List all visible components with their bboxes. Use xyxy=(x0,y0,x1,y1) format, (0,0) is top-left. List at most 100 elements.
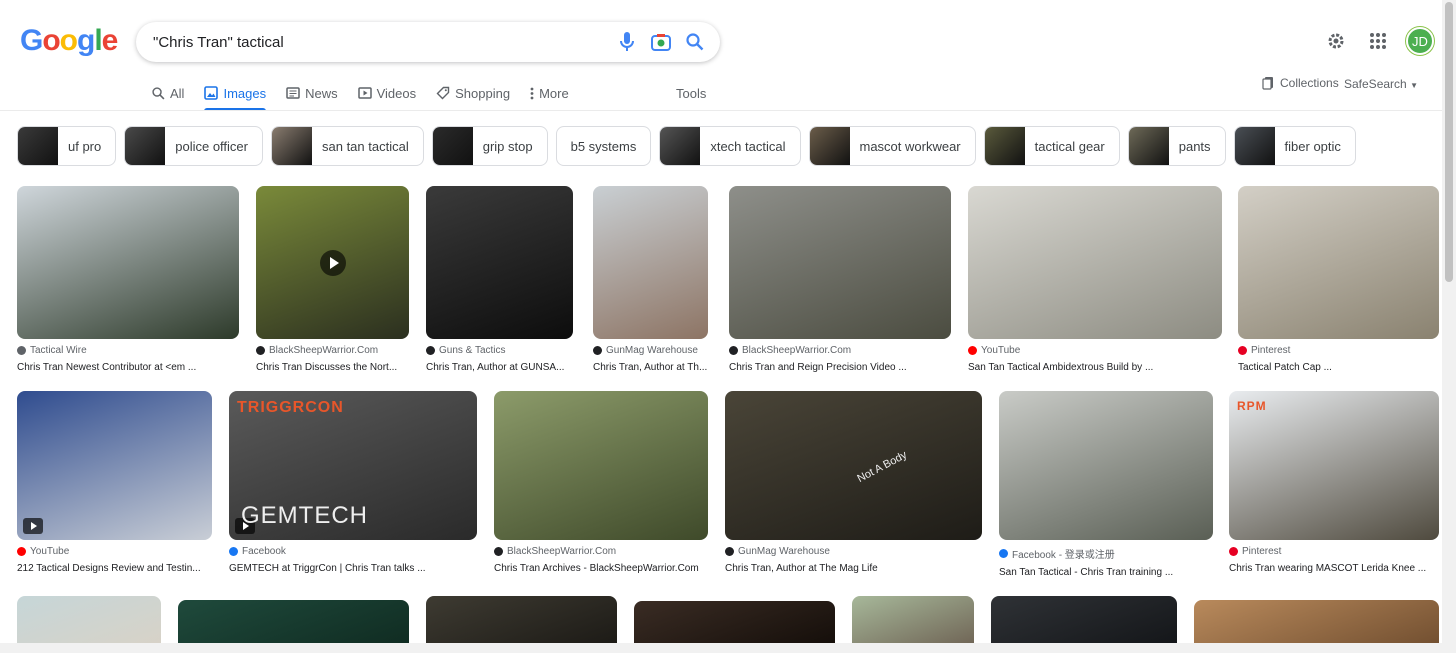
result-thumbnail[interactable] xyxy=(1238,186,1439,339)
related-search-chip[interactable]: grip stop xyxy=(431,126,548,166)
result-source[interactable]: Pinterest xyxy=(1238,345,1439,356)
search-icon xyxy=(152,86,165,99)
result-caption[interactable]: Chris Tran Discusses the Nort... xyxy=(256,362,409,373)
search-icon[interactable] xyxy=(678,22,712,62)
tab-news[interactable]: News xyxy=(286,80,338,108)
collections-button[interactable]: Collections xyxy=(1262,76,1339,90)
tab-shopping[interactable]: Shopping xyxy=(436,80,510,108)
image-result[interactable]: BlackSheepWarrior.Com Chris Tran Discusse… xyxy=(256,186,409,373)
search-box[interactable]: "Chris Tran" tactical xyxy=(136,22,720,62)
result-source[interactable]: Guns & Tactics xyxy=(426,345,573,356)
result-source[interactable]: GunMag Warehouse xyxy=(593,345,708,356)
site-favicon-icon xyxy=(256,346,265,355)
apps-grid-icon[interactable] xyxy=(1364,27,1392,55)
result-source[interactable]: BlackSheepWarrior.Com xyxy=(256,345,409,356)
site-favicon-icon xyxy=(426,346,435,355)
source-label: Facebook - 登录或注册 xyxy=(1012,550,1115,561)
horizontal-scrollbar[interactable] xyxy=(0,643,1442,653)
result-source[interactable]: BlackSheepWarrior.Com xyxy=(729,345,951,356)
related-search-chip[interactable]: b5 systems xyxy=(555,126,652,166)
caret-down-icon: ▼ xyxy=(1410,81,1418,90)
search-input[interactable]: "Chris Tran" tactical xyxy=(153,34,610,51)
vertical-scrollbar[interactable] xyxy=(1442,0,1456,653)
related-search-chip[interactable]: san tan tactical xyxy=(271,126,424,166)
result-source[interactable]: Facebook - 登录或注册 xyxy=(999,546,1213,561)
result-thumbnail[interactable]: RPM xyxy=(1229,391,1439,540)
chip-label: police officer xyxy=(175,138,248,154)
result-caption[interactable]: 212 Tactical Designs Review and Testin..… xyxy=(17,563,212,574)
result-source[interactable]: Pinterest xyxy=(1229,546,1439,557)
related-search-chip[interactable]: pants xyxy=(1127,126,1226,166)
image-result[interactable]: Guns & Tactics Chris Tran, Author at GUNS… xyxy=(426,186,573,373)
tab-label: Images xyxy=(223,85,267,101)
image-result[interactable]: YouTube San Tan Tactical Ambidextrous Bui… xyxy=(968,186,1222,373)
news-icon xyxy=(286,87,300,99)
microphone-icon[interactable] xyxy=(610,22,644,62)
tools-button[interactable]: Tools xyxy=(676,86,706,101)
image-result[interactable]: TRIGGRCON GEMTECH Facebook GEMTECH at Trigg… xyxy=(229,391,477,574)
related-search-chip[interactable]: mascot workwear xyxy=(808,126,976,166)
result-caption[interactable]: Tactical Patch Cap ... xyxy=(1238,362,1439,373)
image-result[interactable]: GunMag Warehouse Chris Tran, Author at Th… xyxy=(593,186,708,373)
related-search-chip[interactable]: xtech tactical xyxy=(659,126,801,166)
result-thumbnail[interactable] xyxy=(17,391,212,540)
related-search-chip[interactable]: tactical gear xyxy=(983,126,1120,166)
image-result[interactable]: Pinterest Tactical Patch Cap ... xyxy=(1238,186,1439,373)
chip-thumbnail xyxy=(1234,127,1275,165)
result-thumbnail[interactable] xyxy=(999,391,1213,540)
safesearch-label: SafeSearch xyxy=(1344,77,1407,91)
result-caption[interactable]: GEMTECH at TriggrCon | Chris Tran talks … xyxy=(229,563,477,574)
result-source[interactable]: GunMag Warehouse xyxy=(725,546,982,557)
scrollbar-thumb[interactable] xyxy=(1445,2,1453,282)
tab-videos[interactable]: Videos xyxy=(357,80,416,108)
source-label: GunMag Warehouse xyxy=(738,546,830,557)
camera-lens-icon[interactable] xyxy=(644,22,678,62)
related-search-chip[interactable]: police officer xyxy=(124,126,263,166)
result-source[interactable]: YouTube xyxy=(968,345,1222,356)
tab-all[interactable]: All xyxy=(152,80,184,108)
image-result[interactable]: Facebook - 登录或注册 San Tan Tactical - Chris… xyxy=(999,391,1213,578)
result-thumbnail[interactable] xyxy=(17,186,239,339)
result-caption[interactable]: Chris Tran, Author at The Mag Life xyxy=(725,563,982,574)
result-source[interactable]: YouTube xyxy=(17,546,212,557)
result-thumbnail[interactable] xyxy=(729,186,951,339)
result-caption[interactable]: San Tan Tactical Ambidextrous Build by .… xyxy=(968,362,1222,373)
related-search-chip[interactable]: fiber optic xyxy=(1233,126,1356,166)
image-result[interactable]: RPM Pinterest Chris Tran wearing MASCOT Le… xyxy=(1229,391,1439,574)
tab-more[interactable]: More xyxy=(530,80,569,108)
result-caption[interactable]: Chris Tran Archives - BlackSheepWarrior.… xyxy=(494,563,708,574)
result-caption[interactable]: Chris Tran, Author at GUNSA... xyxy=(426,362,573,373)
result-thumbnail[interactable] xyxy=(256,186,409,339)
result-source[interactable]: BlackSheepWarrior.Com xyxy=(494,546,708,557)
result-thumbnail[interactable] xyxy=(968,186,1222,339)
image-result[interactable]: BlackSheepWarrior.Com Chris Tran Archives… xyxy=(494,391,708,574)
chip-label: pants xyxy=(1178,138,1211,154)
source-label: BlackSheepWarrior.Com xyxy=(507,546,617,557)
tab-label: All xyxy=(170,85,185,101)
result-source[interactable]: Tactical Wire xyxy=(17,345,239,356)
result-caption[interactable]: Chris Tran wearing MASCOT Lerida Knee ..… xyxy=(1229,563,1439,574)
result-thumbnail[interactable] xyxy=(426,186,573,339)
tab-images[interactable]: Images xyxy=(204,80,267,111)
result-thumbnail[interactable] xyxy=(593,186,708,339)
account-avatar[interactable]: JD xyxy=(1406,27,1434,55)
result-caption[interactable]: San Tan Tactical - Chris Tran training .… xyxy=(999,567,1213,578)
result-source[interactable]: Facebook xyxy=(229,546,477,557)
site-favicon-icon xyxy=(1238,346,1247,355)
result-caption[interactable]: Chris Tran, Author at Th... xyxy=(593,362,708,373)
image-result[interactable]: Not A Body GunMag Warehouse Chris Tran, Au… xyxy=(725,391,982,574)
site-favicon-icon xyxy=(17,547,26,556)
result-thumbnail[interactable]: Not A Body xyxy=(725,391,982,540)
safesearch-dropdown[interactable]: SafeSearch ▼ xyxy=(1344,77,1418,91)
logo-letter: e xyxy=(101,24,119,57)
image-result[interactable]: YouTube 212 Tactical Designs Review and T… xyxy=(17,391,212,574)
result-thumbnail[interactable] xyxy=(494,391,708,540)
image-result[interactable]: Tactical Wire Chris Tran Newest Contribut… xyxy=(17,186,239,373)
result-caption[interactable]: Chris Tran and Reign Precision Video ... xyxy=(729,362,951,373)
result-thumbnail[interactable]: TRIGGRCON GEMTECH xyxy=(229,391,477,540)
gear-icon[interactable] xyxy=(1322,27,1350,55)
image-result[interactable]: BlackSheepWarrior.Com Chris Tran and Reig… xyxy=(729,186,951,373)
google-logo[interactable]: Google xyxy=(20,24,119,58)
related-search-chip[interactable]: uf pro xyxy=(17,126,117,166)
result-caption[interactable]: Chris Tran Newest Contributor at <em ... xyxy=(17,362,239,373)
